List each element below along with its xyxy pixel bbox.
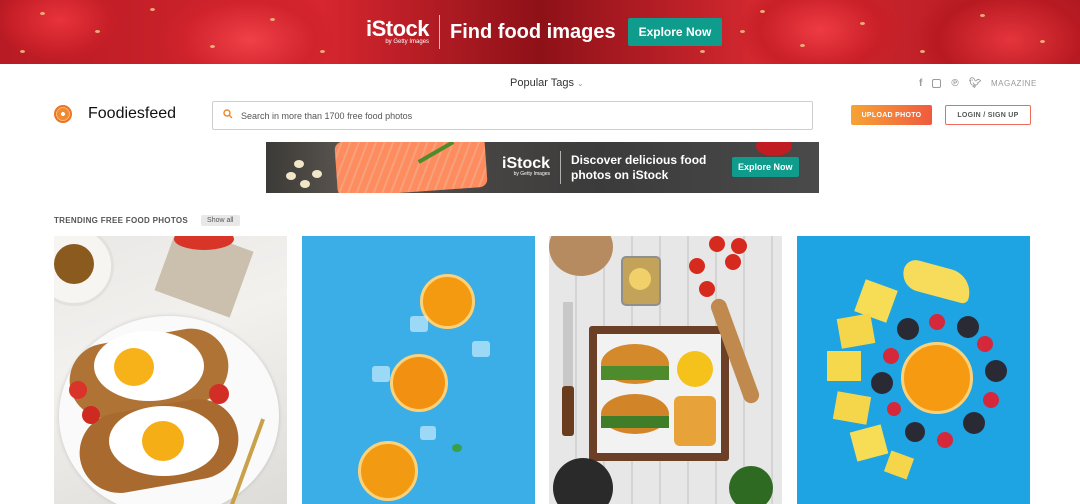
- ice-cube: [420, 426, 436, 440]
- ice-cube: [372, 366, 390, 382]
- lettuce: [601, 416, 669, 428]
- photo-card-fruits-blue[interactable]: [797, 236, 1030, 504]
- pan: [553, 458, 613, 504]
- cherry-tomato: [699, 281, 715, 297]
- banana-piece: [836, 313, 876, 349]
- ad-divider: [560, 151, 561, 184]
- show-all-button[interactable]: Show all: [201, 215, 240, 226]
- corn: [677, 351, 713, 387]
- raspberry: [937, 432, 953, 448]
- banana-piece: [827, 351, 861, 381]
- cherry-tomato: [725, 254, 741, 270]
- banner-headline: Find food images: [450, 20, 616, 43]
- fries: [674, 396, 716, 446]
- banana: [899, 257, 975, 305]
- orange-slice: [358, 441, 418, 501]
- garlic-clove: [294, 160, 304, 168]
- istock-ad-banner[interactable]: iStock by Getty Images Discover deliciou…: [266, 142, 819, 193]
- social-links: f ℗ 🐦︎: [919, 78, 981, 89]
- search-icon: [223, 109, 233, 122]
- ice-cube: [410, 316, 428, 332]
- cherry-tomato: [731, 238, 747, 254]
- blackberry: [963, 412, 985, 434]
- brand-name: Foodiesfeed: [88, 105, 177, 122]
- cherry-tomato: [209, 384, 229, 404]
- banner-divider: [439, 15, 441, 49]
- orange-slice-logo-icon: [54, 105, 72, 123]
- pickle-bowl: [729, 466, 773, 504]
- photo-card-burger-fries[interactable]: [549, 236, 782, 504]
- search-bar[interactable]: [212, 101, 813, 130]
- cherry-tomato: [689, 258, 705, 274]
- ad-headline: Discover delicious food photos on iStock: [571, 153, 707, 182]
- popular-tags-label: Popular Tags: [510, 77, 575, 89]
- istock-logo: iStock by Getty Images: [366, 15, 430, 46]
- login-signup-button[interactable]: LOGIN / SIGN UP: [945, 105, 1031, 125]
- banner-explore-button[interactable]: Explore Now: [627, 18, 723, 46]
- cherry-tomato: [69, 381, 87, 399]
- egg-yolk: [114, 348, 154, 386]
- photo-card-oranges-blue[interactable]: [302, 236, 535, 504]
- lemon-slice: [629, 268, 651, 290]
- ice-cube: [472, 341, 490, 357]
- istock-logo-text: iStock: [502, 155, 551, 172]
- garlic-clove: [286, 172, 296, 180]
- trending-header: TRENDING FREE FOOD PHOTOS Show all: [54, 215, 240, 226]
- search-input[interactable]: [241, 110, 741, 121]
- raspberry: [929, 314, 945, 330]
- orange-slice: [390, 354, 448, 412]
- blackberry: [905, 422, 925, 442]
- banana-piece: [832, 391, 872, 425]
- photo-card-eggs-toast[interactable]: [54, 236, 287, 504]
- tomato-image: [756, 142, 792, 156]
- popular-tags-dropdown[interactable]: Popular Tags ⌄: [510, 77, 584, 89]
- egg-yolk: [142, 421, 184, 461]
- magazine-link[interactable]: MAGAZINE: [991, 79, 1037, 88]
- ad-explore-button[interactable]: Explore Now: [732, 157, 799, 177]
- garlic-clove: [312, 170, 322, 178]
- banana-piece: [883, 450, 915, 480]
- blackberry: [897, 318, 919, 340]
- twitter-icon[interactable]: 🐦︎: [969, 78, 982, 89]
- mint-leaf: [452, 444, 462, 452]
- lettuce: [601, 366, 669, 380]
- raspberry: [883, 348, 899, 364]
- raspberry: [887, 402, 901, 416]
- blackberry: [957, 316, 979, 338]
- wooden-bowl: [549, 236, 613, 276]
- blackberry: [871, 372, 893, 394]
- salmon-image: [334, 142, 488, 193]
- banana-piece: [849, 424, 889, 462]
- knife-blade: [563, 302, 573, 392]
- blackberry: [985, 360, 1007, 382]
- chevron-down-icon: ⌄: [577, 79, 584, 88]
- top-ad-banner[interactable]: iStock by Getty Images Find food images …: [0, 0, 1080, 64]
- tea: [54, 244, 94, 284]
- burger-bun: [601, 394, 669, 434]
- section-title: TRENDING FREE FOOD PHOTOS: [54, 216, 189, 225]
- photo-grid: [54, 236, 1031, 504]
- istock-logo: iStock by Getty Images: [502, 155, 551, 178]
- pinterest-icon[interactable]: ℗: [951, 78, 958, 89]
- facebook-icon[interactable]: f: [919, 78, 922, 89]
- upload-photo-button[interactable]: UPLOAD PHOTO: [851, 105, 932, 125]
- raspberry: [983, 392, 999, 408]
- istock-logo-text: iStock: [366, 15, 430, 41]
- instagram-icon[interactable]: [932, 79, 942, 88]
- orange-slice: [901, 342, 973, 414]
- garlic-clove: [300, 180, 310, 188]
- raspberry: [977, 336, 993, 352]
- cherry-tomato: [82, 406, 100, 424]
- orange-slice: [420, 274, 475, 329]
- cherry-tomato: [709, 236, 725, 252]
- brand[interactable]: Foodiesfeed: [54, 105, 176, 123]
- knife-handle: [562, 386, 574, 436]
